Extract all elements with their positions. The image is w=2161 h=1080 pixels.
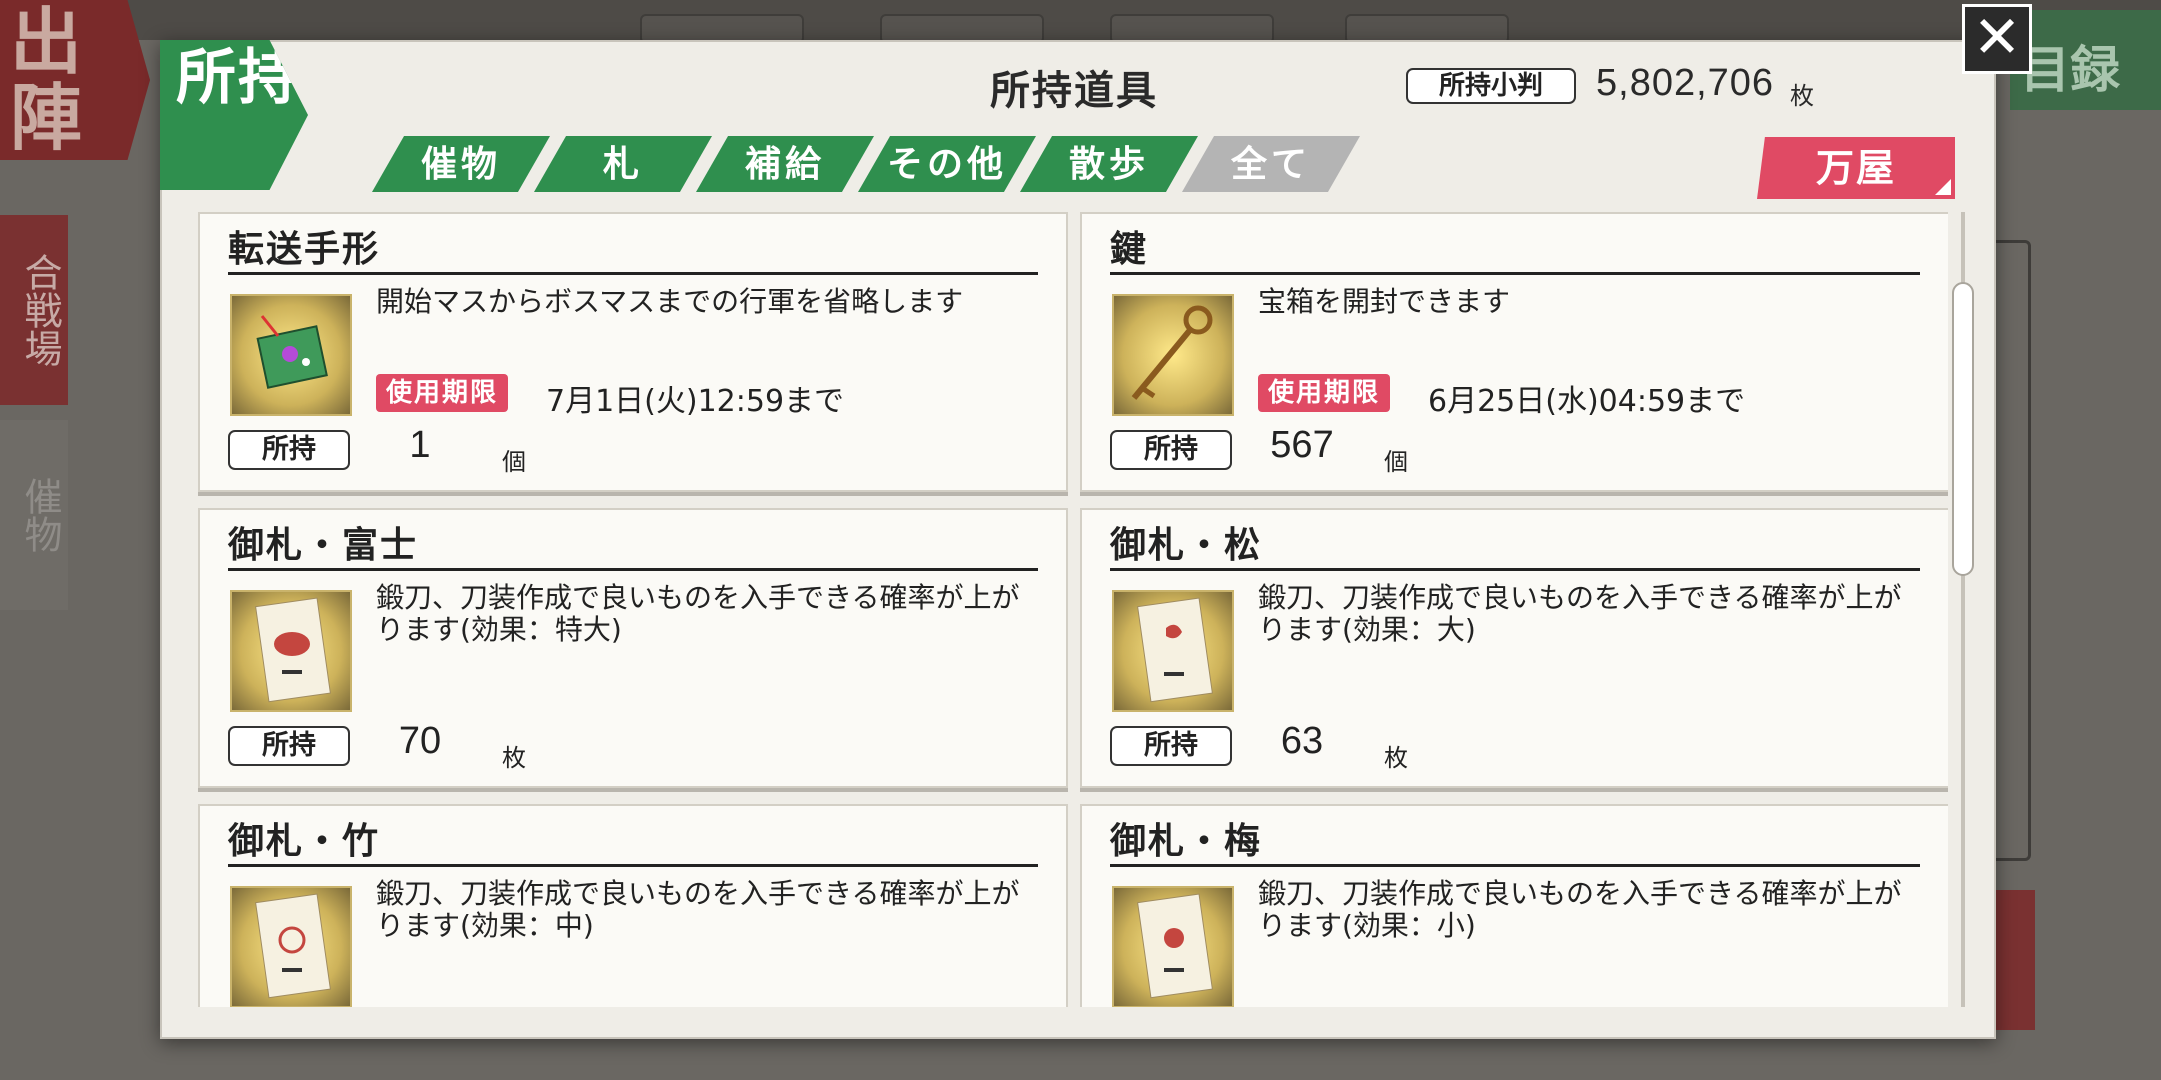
key-icon (1112, 294, 1234, 416)
koban-unit: 枚 (1790, 82, 1814, 110)
expiry-label: 使用期限 (376, 374, 509, 412)
divider (1110, 568, 1920, 571)
expiry-label: 使用期限 (1258, 374, 1391, 412)
take-charm-icon (230, 886, 352, 1007)
expiry-date: 7月1日(火)12:59まで (546, 384, 845, 419)
owned-count: 567 (1270, 424, 1334, 466)
divider (1110, 864, 1920, 867)
item-card-fuji-charm[interactable]: 御札・富士 鍛刀、刀装作成で良いものを入手できる確率が上がります(効果：特大) … (198, 508, 1068, 788)
divider (228, 864, 1038, 867)
list-scrollbar[interactable] (1952, 212, 1974, 1007)
owned-count: 63 (1280, 720, 1324, 762)
modal-title: 所持道具 (990, 67, 1158, 114)
owned-label: 所持 (228, 726, 350, 766)
owned-unit: 枚 (502, 744, 526, 772)
owned-label: 所持 (1110, 726, 1232, 766)
close-icon[interactable]: ✕ (1962, 4, 2032, 74)
sortie-button: 出陣 (0, 0, 150, 160)
corner-arrow-icon (1935, 179, 1951, 195)
item-description: 鍛刀、刀装作成で良いものを入手できる確率が上がります(効果：中) (376, 877, 1020, 942)
item-description: 鍛刀、刀装作成で良いものを入手できる確率が上がります(効果：大) (1258, 581, 1902, 646)
item-card-key[interactable]: 鍵 宝箱を開封できます 使用期限 6月25日(水)04:59まで 所持 567 … (1080, 212, 1948, 492)
item-name: 御札・富士 (228, 524, 419, 566)
koban-value: 5,802,706 (1596, 62, 1775, 104)
item-name: 転送手形 (228, 228, 381, 270)
owned-count: 1 (409, 424, 431, 466)
owned-unit: 枚 (1384, 744, 1408, 772)
koban-label: 所持小判 (1406, 68, 1576, 104)
owned-label: 所持 (1110, 430, 1232, 470)
owned-unit: 個 (1384, 448, 1408, 476)
divider (228, 568, 1038, 571)
scrollbar-thumb[interactable] (1952, 282, 1974, 576)
item-name: 御札・梅 (1110, 820, 1263, 862)
ume-charm-icon (1112, 886, 1234, 1007)
matsu-charm-icon (1112, 590, 1234, 712)
expiry-date: 6月25日(水)04:59まで (1428, 384, 1746, 419)
side-tab-event: 催物 (0, 420, 68, 610)
item-description: 宝箱を開封できます (1258, 285, 1511, 318)
item-card-transfer-pass[interactable]: 転送手形 開始マスからボスマスまでの行軍を省略します 使用期限 7月1日(火)1… (198, 212, 1068, 492)
side-tab-battlefield: 合戦場 (0, 215, 68, 405)
catalog-button: 目録 (2010, 10, 2161, 110)
owned-count: 70 (398, 720, 442, 762)
item-card-ume-charm[interactable]: 御札・梅 鍛刀、刀装作成で良いものを入手できる確率が上がります(効果：小) (1080, 804, 1948, 1007)
divider (228, 272, 1038, 275)
owned-unit: 個 (502, 448, 526, 476)
item-card-matsu-charm[interactable]: 御札・松 鍛刀、刀装作成で良いものを入手できる確率が上がります(効果：大) 所持… (1080, 508, 1948, 788)
item-description: 鍛刀、刀装作成で良いものを入手できる確率が上がります(効果：小) (1258, 877, 1902, 942)
transfer-pass-icon (230, 294, 352, 416)
owned-label: 所持 (228, 430, 350, 470)
item-card-take-charm[interactable]: 御札・竹 鍛刀、刀装作成で良いものを入手できる確率が上がります(効果：中) (198, 804, 1068, 1007)
item-description: 開始マスからボスマスまでの行軍を省略します (376, 285, 964, 318)
item-name: 御札・竹 (228, 820, 381, 862)
item-description: 鍛刀、刀装作成で良いものを入手できる確率が上がります(効果：特大) (376, 581, 1020, 646)
fuji-charm-icon (230, 590, 352, 712)
divider (1110, 272, 1920, 275)
shop-button[interactable]: 万屋 (1757, 137, 1955, 199)
item-list[interactable]: 転送手形 開始マスからボスマスまでの行軍を省略します 使用期限 7月1日(火)1… (196, 212, 1948, 1007)
item-name: 鍵 (1110, 228, 1149, 270)
shop-button-label: 万屋 (1815, 145, 1896, 190)
item-name: 御札・松 (1110, 524, 1263, 566)
resource-bar (0, 0, 2161, 40)
